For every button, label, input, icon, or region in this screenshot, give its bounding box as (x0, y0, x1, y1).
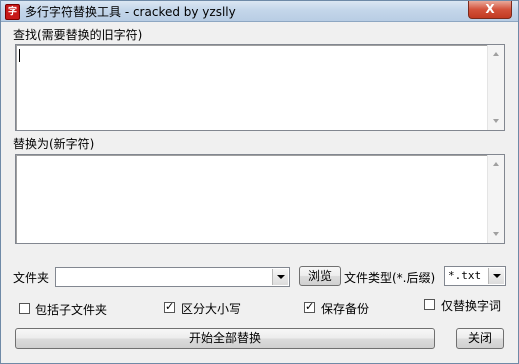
replace-textarea[interactable] (15, 154, 505, 244)
replace-all-button[interactable]: 开始全部替换 (15, 328, 435, 349)
browse-button[interactable]: 浏览 (299, 266, 341, 286)
close-button[interactable]: 关闭 (456, 328, 504, 349)
filetype-value: *.txt (448, 269, 482, 282)
case-sensitive-checkbox[interactable] (164, 300, 175, 313)
keep-backup-checkbox[interactable] (304, 300, 315, 313)
close-window-button[interactable]: X (468, 1, 512, 19)
scroll-down-arrow-icon[interactable] (493, 119, 499, 123)
title-bar[interactable]: 字 多行字符替换工具 - cracked by yzslly X (1, 1, 518, 22)
keep-backup-label: 保存备份 (321, 302, 370, 316)
replace-scrollbar[interactable] (487, 155, 504, 243)
replace-label: 替换为(新字符) (13, 137, 95, 151)
whole-word-label: 仅替换字词 (441, 299, 502, 313)
window-title: 多行字符替换工具 - cracked by yzslly (25, 5, 236, 19)
main-window: 字 多行字符替换工具 - cracked by yzslly X 查找(需要替换… (0, 0, 519, 364)
filetype-combobox[interactable]: *.txt (444, 266, 506, 286)
case-sensitive-label: 区分大小写 (181, 302, 242, 316)
folder-combobox[interactable] (55, 267, 290, 287)
whole-word-checkbox[interactable] (424, 299, 435, 310)
chevron-down-icon[interactable] (272, 269, 288, 285)
find-scrollbar[interactable] (487, 45, 504, 130)
text-caret (19, 49, 20, 62)
scroll-down-arrow-icon[interactable] (493, 232, 499, 236)
find-label: 查找(需要替换的旧字符) (13, 28, 143, 42)
include-subfolders-checkbox[interactable] (19, 303, 30, 314)
include-subfolders-label: 包括子文件夹 (35, 303, 108, 317)
find-textarea[interactable] (15, 44, 505, 131)
scroll-up-arrow-icon[interactable] (493, 52, 499, 56)
app-icon: 字 (5, 4, 20, 20)
folder-label: 文件夹 (13, 271, 50, 285)
chevron-down-icon[interactable] (488, 268, 504, 284)
scroll-up-arrow-icon[interactable] (493, 162, 499, 166)
filetype-label: 文件类型(*.后缀) (344, 271, 436, 285)
